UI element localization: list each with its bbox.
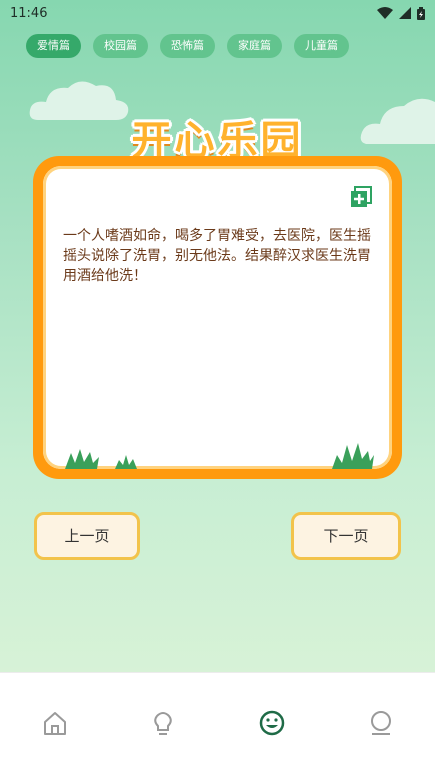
grass-left (65, 449, 99, 469)
lightbulb-icon[interactable] (149, 709, 177, 737)
grass-mid (115, 455, 137, 469)
grass-right (332, 443, 374, 469)
tab-love[interactable]: 爱情篇 (26, 34, 81, 58)
copy-add-icon[interactable] (350, 186, 372, 208)
joke-text: 一个人嗜酒如命，喝多了胃难受，去医院，医生摇摇头说除了洗胃，别无他法。结果醉汉求… (63, 228, 371, 284)
profile-icon[interactable] (367, 709, 395, 737)
status-time: 11:46 (10, 5, 48, 21)
status-bar: 11:46 (0, 0, 435, 26)
category-tabs: 爱情篇 校园篇 恐怖篇 家庭篇 儿童篇 (26, 34, 365, 58)
signal-icon (399, 7, 411, 19)
battery-icon (417, 6, 425, 20)
next-page-button[interactable]: 下一页 (291, 512, 401, 560)
joke-card: 一个人嗜酒如命，喝多了胃难受，去医院，医生摇摇头说除了洗胃，别无他法。结果醉汉求… (33, 156, 402, 479)
tab-family[interactable]: 家庭篇 (227, 34, 282, 58)
tab-children[interactable]: 儿童篇 (294, 34, 349, 58)
home-icon[interactable] (41, 709, 69, 737)
smile-icon[interactable] (258, 709, 286, 737)
tab-horror[interactable]: 恐怖篇 (160, 34, 215, 58)
wifi-icon (377, 7, 393, 19)
tab-campus[interactable]: 校园篇 (93, 34, 148, 58)
bottom-nav (0, 672, 435, 774)
prev-page-button[interactable]: 上一页 (34, 512, 140, 560)
